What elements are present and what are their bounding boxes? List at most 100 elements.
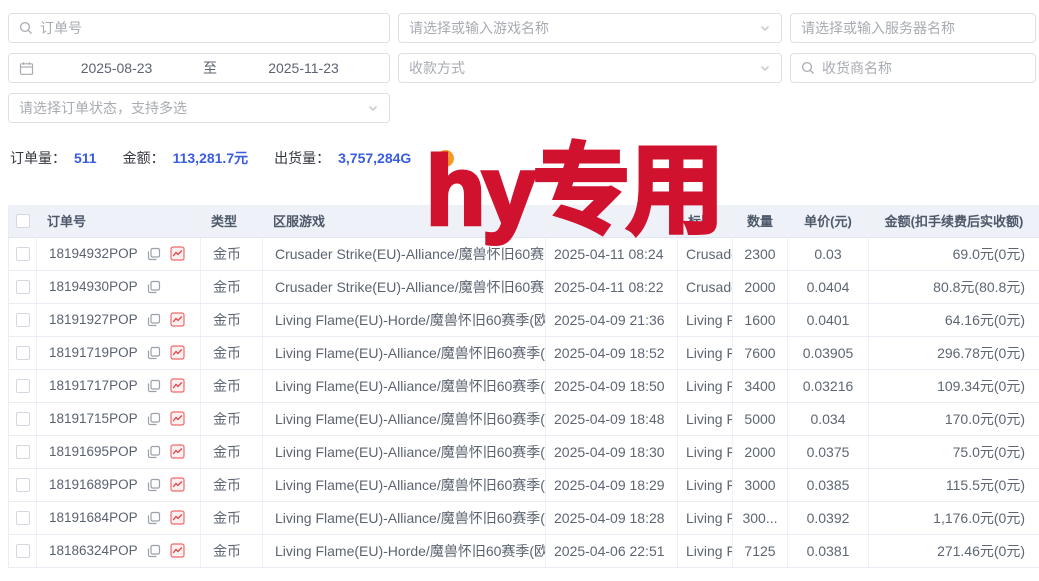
order-type: 金币 [201,534,263,567]
order-price: 0.03 [788,237,869,270]
order-qty: 3000 [733,468,788,501]
game-server: Living Flame(EU)-Alliance/魔兽怀旧60赛季(欧服) [263,402,546,435]
table-row: 18194932POP 金币 Crusader Strike(EU)-Allia… [9,237,1039,270]
game-server: Crusader Strike(EU)-Alliance/魔兽怀旧60赛季(欧服… [263,237,546,270]
row-checkbox[interactable] [16,511,30,525]
row-checkbox[interactable] [16,478,30,492]
order-title: Living Flame [678,402,733,435]
order-price: 0.0385 [788,468,869,501]
price-trend-icon[interactable] [170,246,185,261]
col-amount: 金额(扣手续费后实收额) [869,205,1039,237]
date-range-picker[interactable]: 2025-08-23 至 2025-11-23 [8,53,390,83]
stat-label: 订单量： [10,148,66,168]
order-qty: 7600 [733,336,788,369]
table-row: 18186324POP 金币 Living Flame(EU)-Horde/魔兽… [9,534,1039,567]
col-qty: 数量 [733,205,788,237]
order-no-input[interactable] [40,20,379,36]
select-all-checkbox[interactable] [16,214,30,228]
stat-shipment: 出货量： 3,757,284G [274,148,411,168]
order-time: 2025-04-09 18:50 [546,369,678,402]
copy-icon[interactable] [147,313,161,327]
order-amount: 69.0元(0元) [869,237,1039,270]
col-time [546,205,678,237]
order-qty: 2000 [733,435,788,468]
order-time: 2025-04-09 21:36 [546,303,678,336]
row-checkbox[interactable] [16,412,30,426]
order-title: Living Flame [678,336,733,369]
order-title: Living Flame [678,435,733,468]
row-checkbox[interactable] [16,280,30,294]
stat-amount: 金额： 113,281.7元 [123,148,249,168]
order-status-select[interactable]: 请选择订单状态，支持多选 [8,93,390,123]
payment-method-select[interactable]: 收款方式 [398,53,782,83]
order-qty: 2300 [733,237,788,270]
copy-icon[interactable] [147,544,161,558]
search-icon [801,61,815,75]
table-row: 18191717POP 金币 Living Flame(EU)-Alliance… [9,369,1039,402]
stat-value: 3,757,284G [338,150,411,166]
order-title: Living Flame [678,369,733,402]
price-trend-icon[interactable] [170,411,185,426]
copy-icon[interactable] [147,280,161,294]
date-end-value[interactable]: 2025-11-23 [228,60,379,76]
order-time: 2025-04-09 18:29 [546,468,678,501]
server-field[interactable] [790,13,1036,43]
help-icon[interactable]: ? [437,150,454,167]
order-title: Living Flame [678,303,733,336]
order-no-field[interactable] [8,13,390,43]
copy-icon[interactable] [147,412,161,426]
order-price: 0.034 [788,402,869,435]
price-trend-icon[interactable] [170,312,185,327]
price-trend-icon[interactable] [170,510,185,525]
table-row: 18191927POP 金币 Living Flame(EU)-Horde/魔兽… [9,303,1039,336]
order-number: 18194930POP [49,279,138,294]
order-amount: 1,176.0元(0元) [869,501,1039,534]
order-amount: 271.46元(0元) [869,534,1039,567]
order-number: 18191719POP [49,345,138,360]
game-select[interactable]: 请选择或输入游戏名称 [398,13,782,43]
copy-icon[interactable] [147,346,161,360]
merchant-field[interactable] [790,53,1036,83]
row-checkbox[interactable] [16,544,30,558]
date-start-value[interactable]: 2025-08-23 [41,60,192,76]
game-server: Living Flame(EU)-Horde/魔兽怀旧60赛季(欧服) [263,303,546,336]
col-game: 区服游戏 [263,205,546,237]
table-header: 订单号 类型 区服游戏 标题 数量 单价(元) 金额(扣手续费后实收额) [9,205,1039,237]
copy-icon[interactable] [147,478,161,492]
row-checkbox[interactable] [16,247,30,261]
game-server: Living Flame(EU)-Alliance/魔兽怀旧60赛季(欧服) [263,468,546,501]
order-price: 0.0375 [788,435,869,468]
order-time: 2025-04-09 18:30 [546,435,678,468]
order-number: 18191717POP [49,378,138,393]
copy-icon[interactable] [147,511,161,525]
row-checkbox[interactable] [16,313,30,327]
order-time: 2025-04-09 18:48 [546,402,678,435]
order-qty: 2000 [733,270,788,303]
price-trend-icon[interactable] [170,477,185,492]
copy-icon[interactable] [147,445,161,459]
row-checkbox[interactable] [16,379,30,393]
game-server: Living Flame(EU)-Alliance/魔兽怀旧60赛季(欧服) [263,435,546,468]
order-type: 金币 [201,501,263,534]
order-amount: 75.0元(0元) [869,435,1039,468]
server-input[interactable] [801,20,1025,36]
order-type: 金币 [201,336,263,369]
price-trend-icon[interactable] [170,543,185,558]
order-qty: 7125 [733,534,788,567]
price-trend-icon[interactable] [170,444,185,459]
row-checkbox[interactable] [16,445,30,459]
price-trend-icon[interactable] [170,378,185,393]
table-row: 18191695POP 金币 Living Flame(EU)-Alliance… [9,435,1039,468]
order-time: 2025-04-11 08:24 [546,237,678,270]
chevron-down-icon [367,102,379,114]
order-title: Crusader Strike [678,237,733,270]
order-price: 0.03905 [788,336,869,369]
order-type: 金币 [201,303,263,336]
copy-icon[interactable] [147,247,161,261]
copy-icon[interactable] [147,379,161,393]
order-amount: 170.0元(0元) [869,402,1039,435]
merchant-input[interactable] [822,60,1025,76]
price-trend-icon[interactable] [170,345,185,360]
game-server: Living Flame(EU)-Horde/魔兽怀旧60赛季(欧服) [263,534,546,567]
row-checkbox[interactable] [16,346,30,360]
